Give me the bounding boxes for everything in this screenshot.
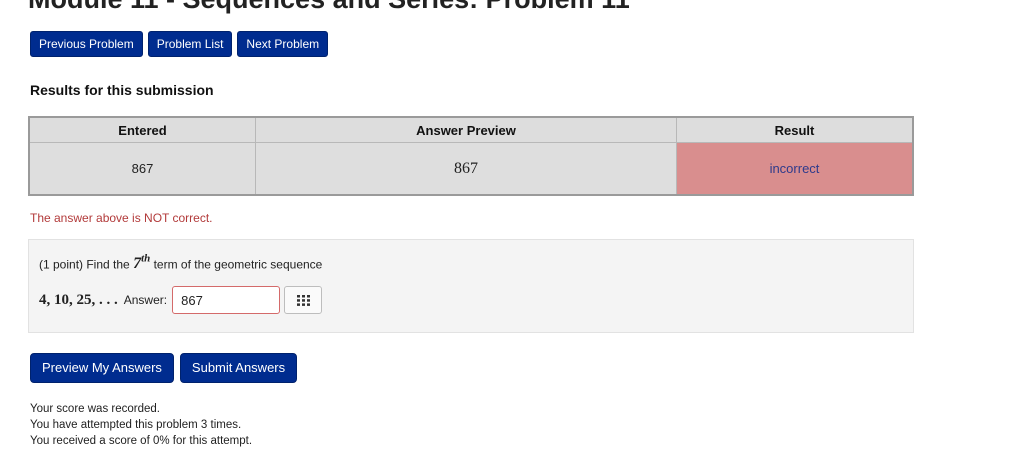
answer-label: Answer: (123, 293, 168, 307)
submit-answers-button[interactable]: Submit Answers (179, 353, 298, 383)
submit-actions: Preview My Answers Submit Answers (30, 353, 298, 383)
problem-navigation: Previous Problem Problem List Next Probl… (30, 31, 329, 57)
results-header-row: Entered Answer Preview Result (28, 116, 914, 143)
problem-points-text: (1 point) Find the (39, 257, 130, 272)
problem-list-button[interactable]: Problem List (147, 31, 233, 57)
problem-prompt-rest: term of the geometric sequence (153, 257, 323, 272)
answer-preview-cell: 867 (255, 142, 677, 196)
next-problem-button[interactable]: Next Problem (237, 31, 329, 57)
column-header-answer-preview: Answer Preview (255, 116, 677, 143)
grid-keypad-icon (296, 294, 310, 306)
attempts-text: You have attempted this problem 3 times. (30, 419, 242, 431)
score-recorded-text: Your score was recorded. (30, 403, 160, 415)
entered-cell: 867 (28, 142, 257, 196)
column-header-entered: Entered (28, 116, 257, 143)
sequence-expression: 4, 10, 25, . . . (39, 291, 118, 308)
page-title: Module 11 - Sequences and Series: Proble… (28, 0, 630, 15)
table-row: 867 867 incorrect (28, 142, 914, 196)
results-table: Entered Answer Preview Result 867 867 in… (28, 116, 914, 196)
answer-input[interactable] (172, 286, 281, 314)
preview-answers-button[interactable]: Preview My Answers (30, 353, 174, 383)
problem-prompt: (1 point) Find the 7th term of the geome… (39, 253, 322, 273)
column-header-result: Result (676, 116, 914, 143)
score-received-text: You received a score of 0% for this atte… (30, 435, 253, 447)
term-number-value: 7 (133, 255, 142, 273)
results-heading: Results for this submission (30, 82, 214, 98)
math-keypad-button[interactable] (284, 286, 323, 314)
result-cell: incorrect (676, 142, 914, 196)
score-notes: Your score was recorded. You have attemp… (30, 401, 252, 449)
term-suffix: th (141, 253, 151, 265)
incorrect-message: The answer above is NOT correct. (30, 211, 213, 225)
previous-problem-button[interactable]: Previous Problem (30, 31, 143, 57)
answer-line: 4, 10, 25, . . . Answer: (39, 286, 323, 314)
problem-box: (1 point) Find the 7th term of the geome… (28, 239, 914, 333)
term-number: 7th (133, 253, 151, 273)
